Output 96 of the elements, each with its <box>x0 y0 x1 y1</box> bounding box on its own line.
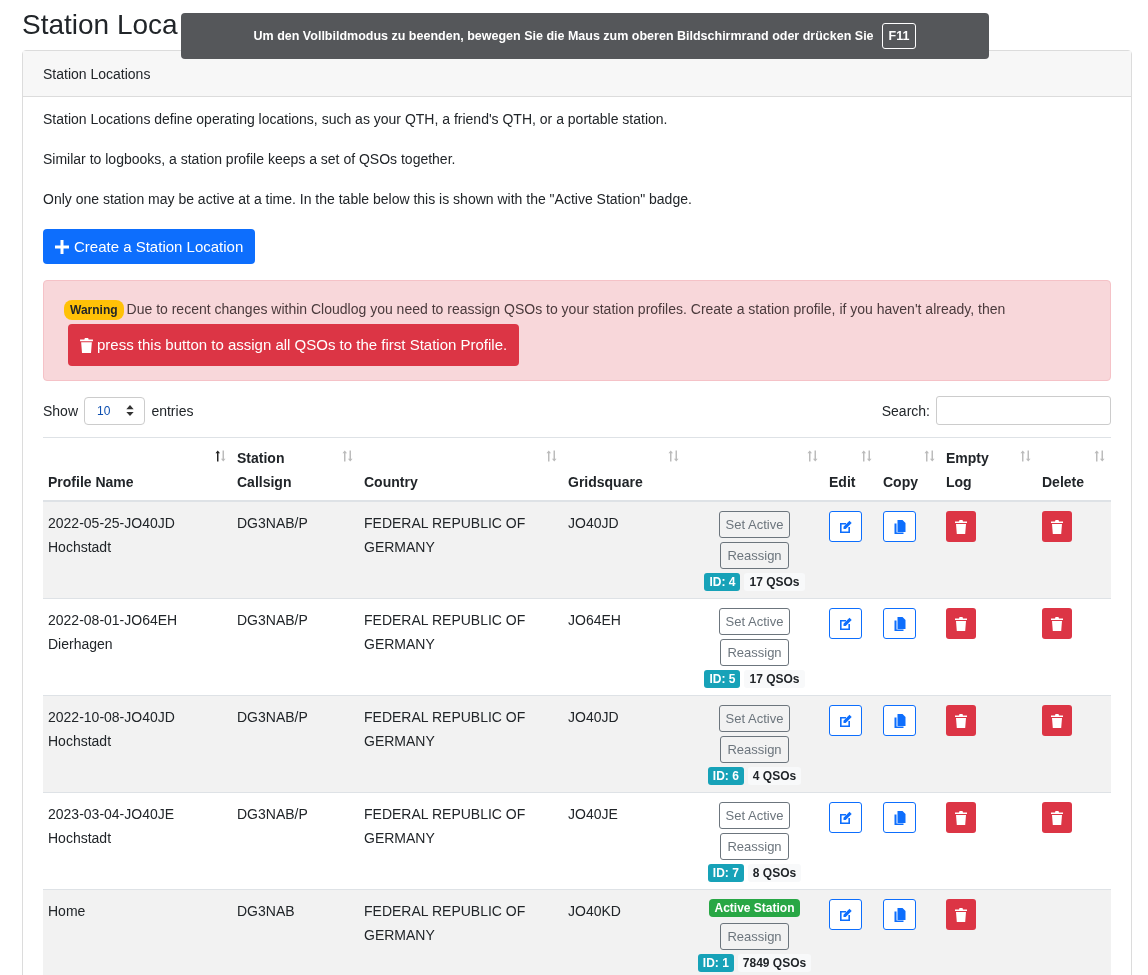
edit-button[interactable] <box>829 899 862 930</box>
profile-name-cell: Home <box>43 889 232 975</box>
qso-count-badge: 17 QSOs <box>744 573 805 591</box>
trash-icon <box>80 337 93 353</box>
qso-count-badge: 7849 QSOs <box>737 954 812 972</box>
qso-count-badge: 8 QSOs <box>747 864 802 882</box>
id-badge: ID: 5 <box>704 670 741 688</box>
country-cell: FEDERAL REPUBLIC OF GERMANY <box>359 598 563 696</box>
country-cell: FEDERAL REPUBLIC OF GERMANY <box>359 695 563 793</box>
reassign-button[interactable]: Reassign <box>720 833 789 860</box>
active-station-badge: Active Station <box>709 899 800 917</box>
notice-text: Um den Vollbildmodus zu beenden, bewegen Sie die Maus zum oberen Bildschirmrand oder drücken Sie <box>253 29 874 43</box>
edit-button[interactable] <box>829 511 862 542</box>
empty-log-button[interactable] <box>946 705 976 736</box>
id-badge: ID: 1 <box>697 954 734 972</box>
profile-name-cell: 2022-10-08-JO40JD Hochstadt <box>43 695 232 793</box>
copy-button[interactable] <box>883 511 916 542</box>
country-cell: FEDERAL REPUBLIC OF GERMANY <box>359 792 563 890</box>
warning-badge: Warning <box>64 300 124 320</box>
reassign-button[interactable]: Reassign <box>720 542 789 569</box>
copy-button[interactable] <box>883 608 916 639</box>
delete-button[interactable] <box>1042 802 1072 833</box>
edit-button[interactable] <box>829 608 862 639</box>
profile-name-cell: 2022-05-25-JO40JD Hochstadt <box>43 501 232 599</box>
callsign-cell: DG3NAB/P <box>232 695 359 793</box>
warning-text: Due to recent changes within Cloudlog you need to reassign QSOs to your station profiles. Create a station profile, if you haven't already, then <box>126 301 1006 317</box>
assign-qsos-button[interactable]: press this button to assign all QSOs to the first Station Profile. <box>68 324 520 366</box>
gridsquare-cell: JO64EH <box>563 598 685 696</box>
trash-icon <box>1051 616 1063 631</box>
profile-name-cell: 2022-08-01-JO64EH Dierhagen <box>43 598 232 696</box>
description-text: Only one station may be active at a time. In the table below this is shown with the "Active Station" badge. <box>43 190 693 209</box>
edit-button[interactable] <box>829 802 862 833</box>
show-label: Show <box>43 402 79 419</box>
copy-icon <box>892 616 907 631</box>
delete-button[interactable] <box>1042 705 1072 736</box>
qso-count-badge: 4 QSOs <box>747 767 802 785</box>
copy-icon <box>892 519 907 534</box>
gridsquare-cell: JO40KD <box>563 889 685 975</box>
entries-label: entries <box>151 402 194 419</box>
gridsquare-cell: JO40JD <box>563 501 685 599</box>
trash-icon <box>955 713 967 728</box>
trash-icon <box>1051 519 1063 534</box>
trash-icon <box>955 810 967 825</box>
empty-log-button[interactable] <box>946 511 976 542</box>
edit-button[interactable] <box>829 705 862 736</box>
edit-icon <box>838 616 853 631</box>
copy-icon <box>892 907 907 922</box>
qso-count-badge: 17 QSOs <box>744 670 805 688</box>
reassign-button[interactable]: Reassign <box>720 736 789 763</box>
callsign-cell: DG3NAB/P <box>232 501 359 599</box>
trash-icon <box>955 519 967 534</box>
delete-button[interactable] <box>1042 608 1072 639</box>
gridsquare-cell: JO40JD <box>563 695 685 793</box>
set-active-button[interactable]: Set Active <box>718 705 791 732</box>
page-title: Station Loca <box>22 8 178 42</box>
caret-icon <box>126 405 135 416</box>
set-active-button[interactable]: Set Active <box>718 802 791 829</box>
copy-button[interactable] <box>883 899 916 930</box>
empty-log-button[interactable] <box>946 802 976 833</box>
id-badge: ID: 7 <box>707 864 744 882</box>
search-field[interactable] <box>936 396 1111 425</box>
id-badge: ID: 6 <box>707 767 744 785</box>
reassign-button[interactable]: Reassign <box>720 639 789 666</box>
profile-name-cell: 2023-03-04-JO40JE Hochstadt <box>43 792 232 890</box>
callsign-cell: DG3NAB/P <box>232 792 359 890</box>
trash-icon <box>1051 713 1063 728</box>
create-station-button[interactable]: Create a Station Location <box>43 229 256 264</box>
description-text: Station Locations define operating locations, such as your QTH, a friend's QTH, or a portable station. <box>43 110 669 129</box>
id-badge: ID: 4 <box>704 573 741 591</box>
delete-button[interactable] <box>1042 511 1072 542</box>
edit-icon <box>838 519 853 534</box>
empty-log-button[interactable] <box>946 899 976 930</box>
gridsquare-cell: JO40JE <box>563 792 685 890</box>
search-label: Search: <box>881 402 930 419</box>
copy-button[interactable] <box>883 802 916 833</box>
reassign-button[interactable]: Reassign <box>720 923 789 950</box>
callsign-cell: DG3NAB/P <box>232 598 359 696</box>
plus-icon <box>55 239 69 254</box>
key-badge: F11 <box>881 23 917 49</box>
country-cell: FEDERAL REPUBLIC OF GERMANY <box>359 889 563 975</box>
empty-log-button[interactable] <box>946 608 976 639</box>
trash-icon <box>955 907 967 922</box>
copy-icon <box>892 810 907 825</box>
description-text: Similar to logbooks, a station profile keeps a set of QSOs together. <box>43 150 457 169</box>
country-cell: FEDERAL REPUBLIC OF GERMANY <box>359 501 563 599</box>
edit-icon <box>838 810 853 825</box>
trash-icon <box>955 616 967 631</box>
edit-icon <box>838 713 853 728</box>
entries-select[interactable]: 10 <box>84 396 146 425</box>
copy-icon <box>892 713 907 728</box>
set-active-button[interactable]: Set Active <box>718 511 791 538</box>
edit-icon <box>838 907 853 922</box>
set-active-button[interactable]: Set Active <box>718 608 791 635</box>
copy-button[interactable] <box>883 705 916 736</box>
callsign-cell: DG3NAB <box>232 889 359 975</box>
trash-icon <box>1051 810 1063 825</box>
